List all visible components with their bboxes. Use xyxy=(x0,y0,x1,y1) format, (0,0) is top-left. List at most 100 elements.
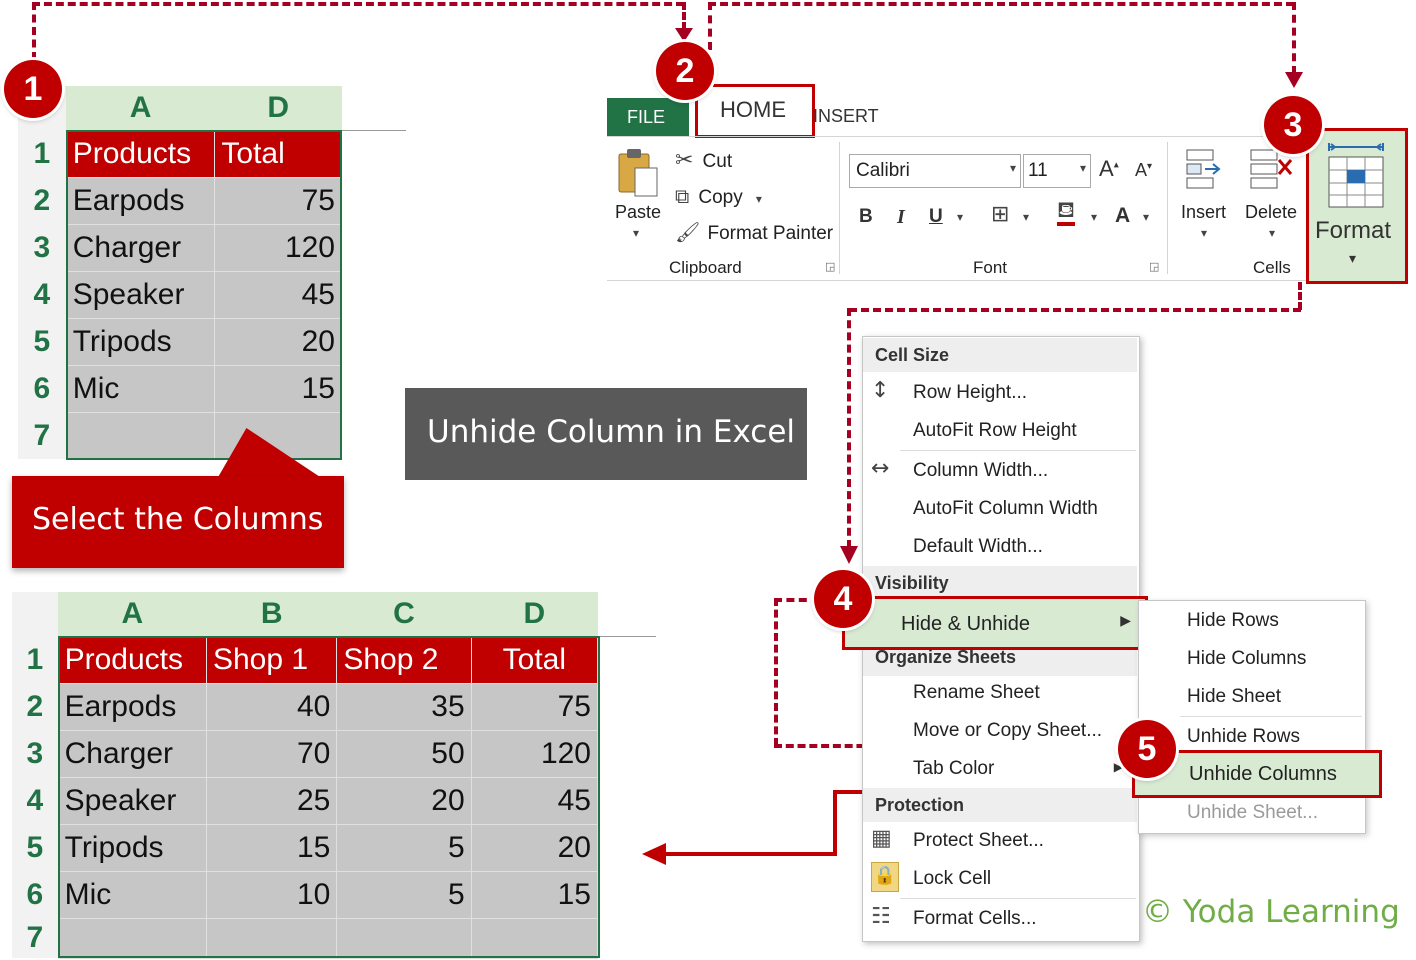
tab-home[interactable]: HOME xyxy=(695,84,815,138)
rename-sheet-label: Rename Sheet xyxy=(913,682,1040,703)
tab-insert-label: INSERT xyxy=(813,106,879,126)
chevron-down-icon: ▾ xyxy=(1079,161,1086,175)
result-connector-vert xyxy=(833,790,837,856)
row-header[interactable]: 3 xyxy=(18,224,67,271)
corner-cell[interactable] xyxy=(12,592,59,636)
paintbrush-icon: 🖌 xyxy=(675,220,701,244)
format-painter-button[interactable]: 🖌 Format Painter xyxy=(675,220,833,245)
menu-item-lock-cell[interactable]: 🔒 Lock Cell xyxy=(863,860,1137,898)
row-header[interactable]: 1 xyxy=(12,636,59,683)
scissors-icon: ✂ xyxy=(675,148,694,173)
row-header[interactable]: 5 xyxy=(18,318,67,365)
chevron-down-icon[interactable]: ▾ xyxy=(1023,210,1029,224)
submenu-item-hide-columns[interactable]: Hide Columns xyxy=(1139,640,1363,678)
row-header[interactable]: 3 xyxy=(12,730,59,777)
menu-item-autofit-column[interactable]: AutoFit Column Width xyxy=(863,490,1137,528)
delete-cells-label: Delete xyxy=(1245,202,1298,222)
chevron-down-icon: ▾ xyxy=(1269,226,1276,240)
cut-button[interactable]: ✂ Cut xyxy=(675,148,732,173)
menu-item-default-width[interactable]: Default Width... xyxy=(863,528,1137,564)
menu-item-format-cells[interactable]: ☷ Format Cells... xyxy=(863,900,1137,938)
shrink-font-button[interactable]: A▾ xyxy=(1135,160,1152,181)
borders-icon[interactable]: ⊞ xyxy=(991,202,1009,227)
step-badge-4: 4 xyxy=(814,570,872,628)
menu-item-hide-unhide[interactable]: Hide & Unhide ▶ xyxy=(842,596,1148,650)
font-size-select[interactable]: 11 ▾ xyxy=(1023,154,1091,188)
menu-item-rename-sheet[interactable]: Rename Sheet xyxy=(863,676,1137,712)
menu-section-cell-size: Cell Size xyxy=(863,338,1137,372)
hide-unhide-label: Hide & Unhide xyxy=(901,613,1030,635)
chevron-down-icon[interactable]: ▾ xyxy=(1143,210,1149,224)
row-header[interactable]: 2 xyxy=(18,177,67,224)
menu-item-row-height[interactable]: ↕ Row Height... xyxy=(863,374,1137,412)
tab-insert[interactable]: INSERT xyxy=(813,106,879,127)
menu-item-protect-sheet[interactable]: ▦ Protect Sheet... xyxy=(863,822,1137,860)
insert-cells-button[interactable]: Insert ▾ xyxy=(1179,148,1235,248)
format-cells-label: Format Cells... xyxy=(913,908,1037,929)
row-header[interactable]: 5 xyxy=(12,824,59,871)
connector-3-across xyxy=(849,308,1301,312)
col-header-c[interactable]: C xyxy=(336,592,472,636)
col-header-a[interactable]: A xyxy=(66,86,215,130)
paste-label: Paste xyxy=(615,202,662,222)
arrowhead-to-menu xyxy=(840,546,858,564)
connector-4-box-left xyxy=(774,598,778,746)
font-name-select[interactable]: Calibri ▾ xyxy=(849,154,1021,188)
connector-3-left xyxy=(847,308,851,548)
submenu-item-hide-sheet[interactable]: Hide Sheet xyxy=(1139,678,1363,716)
format-button[interactable]: Format ▾ xyxy=(1306,128,1408,284)
chevron-down-icon: ▾ xyxy=(1009,161,1016,175)
row-header[interactable]: 2 xyxy=(12,683,59,730)
row-header[interactable]: 4 xyxy=(12,777,59,824)
arrowhead-to-format xyxy=(1285,72,1303,88)
col-header-b[interactable]: B xyxy=(206,592,337,636)
step-badge-1: 1 xyxy=(4,60,62,118)
submenu-item-hide-rows[interactable]: Hide Rows xyxy=(1139,604,1363,640)
autofit-column-label: AutoFit Column Width xyxy=(913,498,1098,519)
row-header[interactable]: 6 xyxy=(18,365,67,412)
col-header-d[interactable]: D xyxy=(214,86,342,130)
bold-button[interactable]: B xyxy=(859,206,873,228)
result-connector-horiz xyxy=(664,852,837,856)
lock-cell-label: Lock Cell xyxy=(913,868,992,889)
row-header[interactable]: 7 xyxy=(18,412,67,459)
menu-item-autofit-row[interactable]: AutoFit Row Height xyxy=(863,412,1137,450)
group-separator xyxy=(1167,142,1168,274)
dialog-launcher-icon[interactable]: ◲ xyxy=(825,260,835,273)
cells-group-label: Cells xyxy=(1253,258,1291,277)
col-header-d[interactable]: D xyxy=(471,592,598,636)
copy-button[interactable]: ⧉ Copy ▾ xyxy=(675,184,762,209)
row-header[interactable]: 7 xyxy=(12,918,59,958)
tab-file[interactable]: FILE xyxy=(607,98,689,136)
submenu-item-unhide-sheet[interactable]: Unhide Sheet... xyxy=(1139,798,1363,830)
chevron-down-icon[interactable]: ▾ xyxy=(1091,210,1097,224)
row-header[interactable]: 1 xyxy=(18,130,67,177)
insert-cells-label: Insert xyxy=(1181,202,1227,222)
title-banner: Unhide Column in Excel xyxy=(405,388,807,480)
font-color-button[interactable]: A xyxy=(1115,204,1130,228)
copy-label: Copy xyxy=(698,187,743,208)
menu-section-organize: Organize Sheets xyxy=(863,648,1137,676)
underline-button[interactable]: U xyxy=(929,206,943,228)
row-header[interactable]: 6 xyxy=(12,871,59,918)
select-callout: Select the Columns xyxy=(12,476,344,568)
paste-button[interactable]: Paste ▾ xyxy=(613,146,663,244)
col-header-a[interactable]: A xyxy=(58,592,207,636)
row-header[interactable]: 4 xyxy=(18,271,67,318)
menu-item-tab-color[interactable]: Tab Color ▶ xyxy=(863,750,1137,786)
menu-separator xyxy=(900,898,1136,899)
menu-section-visibility: Visibility xyxy=(863,566,1137,600)
sheet-after-gridline xyxy=(596,636,656,637)
chevron-down-icon[interactable]: ▾ xyxy=(957,210,963,224)
menu-item-move-copy[interactable]: Move or Copy Sheet... xyxy=(863,712,1137,750)
autofit-row-label: AutoFit Row Height xyxy=(913,420,1077,441)
dialog-launcher-icon[interactable]: ◲ xyxy=(1149,260,1159,273)
grow-font-button[interactable]: A▴ xyxy=(1099,156,1119,182)
delete-cells-button[interactable]: Delete ▾ xyxy=(1243,148,1305,248)
insert-cells-icon xyxy=(1186,149,1221,189)
fill-color-icon[interactable]: ⛾ xyxy=(1057,200,1075,226)
italic-button[interactable]: I xyxy=(897,206,905,229)
font-name-value: Calibri xyxy=(856,160,910,181)
menu-item-column-width[interactable]: ↔ Column Width... xyxy=(863,452,1137,490)
tab-color-label: Tab Color xyxy=(913,758,995,779)
